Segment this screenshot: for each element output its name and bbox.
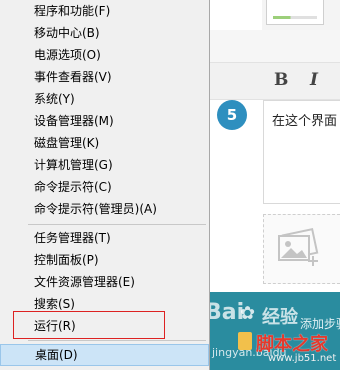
winx-context-menu: 程序和功能(F) 移动中心(B) 电源选项(O) 事件查看器(V) 系统(Y) … [0, 0, 210, 370]
menu-item-mobility-center[interactable]: 移动中心(B) [0, 22, 209, 44]
step-text: 在这个界面 [272, 114, 338, 129]
jb51-url-watermark: www.jb51.net [268, 353, 337, 364]
menu-item-programs-features[interactable]: 程序和功能(F) [0, 0, 209, 22]
jb51-logo-icon [238, 332, 252, 350]
baidu-paw-icon: ✿ [240, 303, 256, 324]
baidu-watermark-suffix: 经验 [262, 307, 298, 328]
thumbnail-image[interactable] [266, 0, 324, 25]
add-image-icon [278, 227, 319, 266]
menu-item-event-viewer[interactable]: 事件查看器(V) [0, 66, 209, 88]
menu-item-file-explorer[interactable]: 文件资源管理器(E) [0, 271, 209, 293]
menu-item-computer-management[interactable]: 计算机管理(G) [0, 154, 209, 176]
menu-item-device-manager[interactable]: 设备管理器(M) [0, 110, 209, 132]
baidu-watermark: Bai [205, 300, 245, 325]
menu-separator [28, 224, 206, 225]
header-area [210, 30, 340, 62]
menu-item-desktop[interactable]: 桌面(D) [0, 344, 209, 366]
thumbnail-strip [262, 0, 340, 31]
italic-button[interactable]: I [310, 70, 318, 90]
menu-item-command-prompt-admin[interactable]: 命令提示符(管理员)(A) [0, 198, 209, 220]
menu-item-task-manager[interactable]: 任务管理器(T) [0, 227, 209, 249]
menu-separator [28, 340, 206, 341]
menu-item-control-panel[interactable]: 控制面板(P) [0, 249, 209, 271]
menu-item-disk-management[interactable]: 磁盘管理(K) [0, 132, 209, 154]
menu-item-command-prompt[interactable]: 命令提示符(C) [0, 176, 209, 198]
step-number-badge: 5 [217, 100, 247, 130]
bold-button[interactable]: B [274, 70, 288, 90]
menu-item-system[interactable]: 系统(Y) [0, 88, 209, 110]
menu-item-power-options[interactable]: 电源选项(O) [0, 44, 209, 66]
annotation-highlight-box [13, 311, 165, 339]
